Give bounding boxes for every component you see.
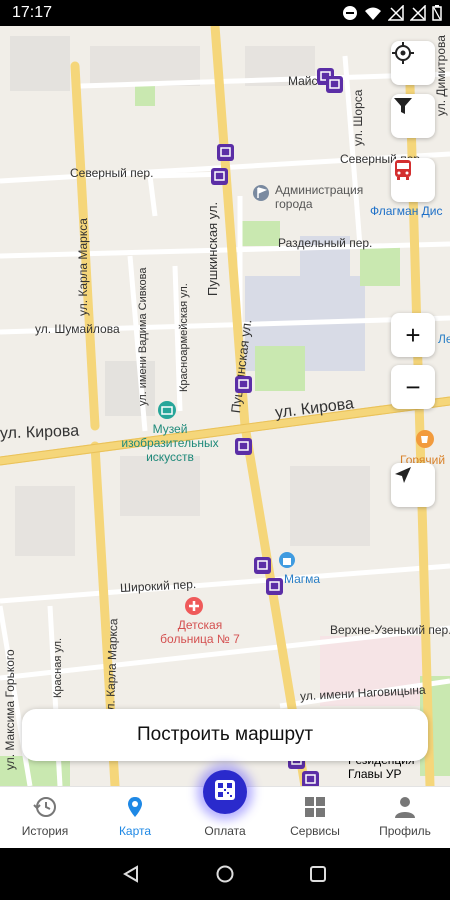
home-icon[interactable] <box>216 865 234 888</box>
nav-profile[interactable]: Профиль <box>360 787 450 849</box>
build-route-button[interactable]: Построить маршрут <box>22 709 428 761</box>
street-label-sivkova: ул. имени Вадима Сивкова <box>137 267 149 406</box>
pay-button[interactable] <box>203 770 247 814</box>
locate-button[interactable] <box>391 41 435 85</box>
street-label-karla-marksa-1: ул. Карла Маркса <box>76 218 90 316</box>
street-label-krasnaya: Красная ул. <box>52 637 64 698</box>
poi-administration[interactable]: Администрация города <box>275 183 375 211</box>
nav-profile-label: Профиль <box>379 824 431 838</box>
zoom-in-button[interactable]: + <box>391 313 435 357</box>
nav-map[interactable]: Карта <box>90 787 180 849</box>
transport-button[interactable] <box>391 158 435 202</box>
system-nav-bar <box>0 848 450 900</box>
battery-icon <box>432 5 442 26</box>
map-pin-icon <box>123 795 147 819</box>
dnd-icon <box>342 5 358 26</box>
nav-map-label: Карта <box>118 824 152 838</box>
poi-museum[interactable]: Музей изобразительных искусств <box>115 422 225 464</box>
status-bar: 17:17 <box>0 0 450 26</box>
status-icons <box>342 4 442 26</box>
street-label-maksima-gorkogo: ул. Максима Горького <box>3 649 17 770</box>
map-canvas <box>0 26 450 786</box>
nav-payment-label: Оплата <box>204 824 246 838</box>
street-label-severny-1: Северный пер. <box>70 166 154 180</box>
wifi-icon <box>364 5 382 26</box>
back-icon[interactable] <box>122 865 140 888</box>
filter-button[interactable] <box>391 94 435 138</box>
zoom-out-button[interactable]: − <box>391 365 435 409</box>
map-view[interactable]: Майская ул. Димитрова ул. Шорса Северный… <box>0 26 450 786</box>
grid-icon <box>303 795 327 819</box>
street-label-kirova-1: ул. Кирова <box>0 422 80 443</box>
nav-services-label: Сервисы <box>290 824 340 838</box>
profile-icon <box>393 795 417 819</box>
qr-pay-icon <box>214 779 236 806</box>
poi-hospital[interactable]: Детская больница № 7 <box>150 618 250 646</box>
poi-shop[interactable]: Магма <box>284 572 320 586</box>
signal-icon-2 <box>409 4 426 26</box>
poi-le[interactable]: Ле <box>438 332 450 346</box>
street-label-razdelny: Раздельный пер. <box>278 236 373 250</box>
poi-flagman[interactable]: Флагман Дис <box>370 204 443 218</box>
street-label-shumaylova: ул. Шумайлова <box>35 322 120 336</box>
street-label-shorsa: ул. Шорса <box>351 89 365 146</box>
street-label-dimitrova: ул. Димитрова <box>434 35 448 116</box>
nav-history[interactable]: История <box>0 787 90 849</box>
street-label-verkhne-uzensky: Верхне-Узенький пер. <box>330 623 450 637</box>
street-label-pushkinskaya-1: Пушкинская ул. <box>205 201 220 296</box>
nav-history-label: История <box>21 824 69 838</box>
street-label-krasnoarmeyskaya: Красноармейская ул. <box>178 283 190 392</box>
signal-icon <box>387 4 404 26</box>
status-time: 17:17 <box>12 4 53 21</box>
navigate-button[interactable] <box>391 463 435 507</box>
history-icon <box>33 795 57 819</box>
recents-icon[interactable] <box>309 865 327 888</box>
nav-services[interactable]: Сервисы <box>270 787 360 849</box>
